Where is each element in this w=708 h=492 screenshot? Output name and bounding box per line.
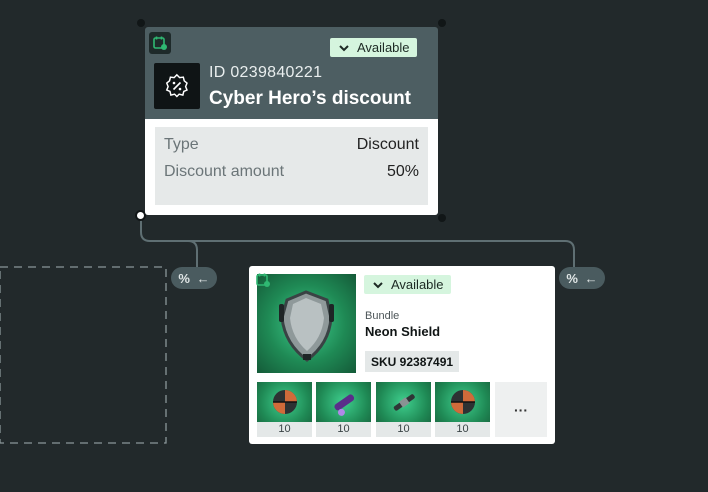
status-label: Available bbox=[357, 40, 410, 55]
arrow-left-icon: ← bbox=[584, 270, 598, 286]
item-name: Neon Shield bbox=[365, 324, 441, 339]
bundle-item-thumb[interactable]: 10 bbox=[316, 382, 371, 437]
discount-title: Cyber Hero’s discount bbox=[209, 88, 412, 109]
sku-tag: SKU 92387491 bbox=[365, 351, 460, 372]
amount-label: Discount amount bbox=[164, 163, 285, 180]
status-label: Available bbox=[391, 277, 444, 292]
details-table: Type Discount Discount amount 50% bbox=[155, 127, 428, 205]
item-count: 10 bbox=[278, 423, 291, 435]
discount-badge-icon bbox=[154, 63, 200, 109]
bundle-item-thumb[interactable]: 10 bbox=[376, 382, 431, 437]
blaster-icon bbox=[376, 382, 431, 422]
amount-value: 50% bbox=[386, 163, 419, 180]
discount-id: ID 0239840221 bbox=[209, 64, 323, 81]
status-badge[interactable]: Available bbox=[330, 38, 417, 57]
more-items-button[interactable]: ··· bbox=[495, 382, 547, 437]
orb-icon bbox=[257, 382, 312, 422]
orb-icon bbox=[435, 382, 490, 422]
chevron-down-icon bbox=[339, 44, 349, 51]
discount-details: Type Discount Discount amount 50% bbox=[145, 119, 438, 215]
type-value: Discount bbox=[356, 136, 419, 153]
bundle-item-thumb[interactable]: 10 bbox=[257, 382, 312, 437]
resize-handle-top-left[interactable] bbox=[137, 19, 145, 27]
empty-slot-placeholder bbox=[0, 266, 167, 444]
type-label: Type bbox=[164, 136, 199, 153]
percent-icon: % bbox=[566, 270, 578, 286]
resize-handle-bottom-right[interactable] bbox=[438, 214, 446, 222]
flashlight-icon bbox=[316, 382, 371, 422]
calendar-icon bbox=[253, 270, 273, 290]
item-count: 10 bbox=[337, 423, 350, 435]
calendar-icon bbox=[149, 32, 171, 54]
link-pill-left[interactable]: % ← bbox=[171, 267, 217, 289]
item-count: 10 bbox=[456, 423, 469, 435]
item-count: 10 bbox=[397, 423, 410, 435]
discount-node-card[interactable]: Available ID 0239840221 Cyber Hero’s dis… bbox=[145, 27, 438, 215]
percent-icon: % bbox=[178, 270, 190, 286]
chevron-down-icon bbox=[373, 281, 383, 288]
link-pill-right[interactable]: % ← bbox=[559, 267, 605, 289]
item-kind: Bundle bbox=[365, 310, 400, 322]
bundle-item-thumb[interactable]: 10 bbox=[435, 382, 490, 437]
bundle-node-card[interactable]: Available Bundle Neon Shield SKU 9238749… bbox=[249, 266, 555, 444]
arrow-left-icon: ← bbox=[196, 270, 210, 286]
status-badge[interactable]: Available bbox=[364, 275, 451, 294]
resize-handle-top-right[interactable] bbox=[438, 19, 446, 27]
